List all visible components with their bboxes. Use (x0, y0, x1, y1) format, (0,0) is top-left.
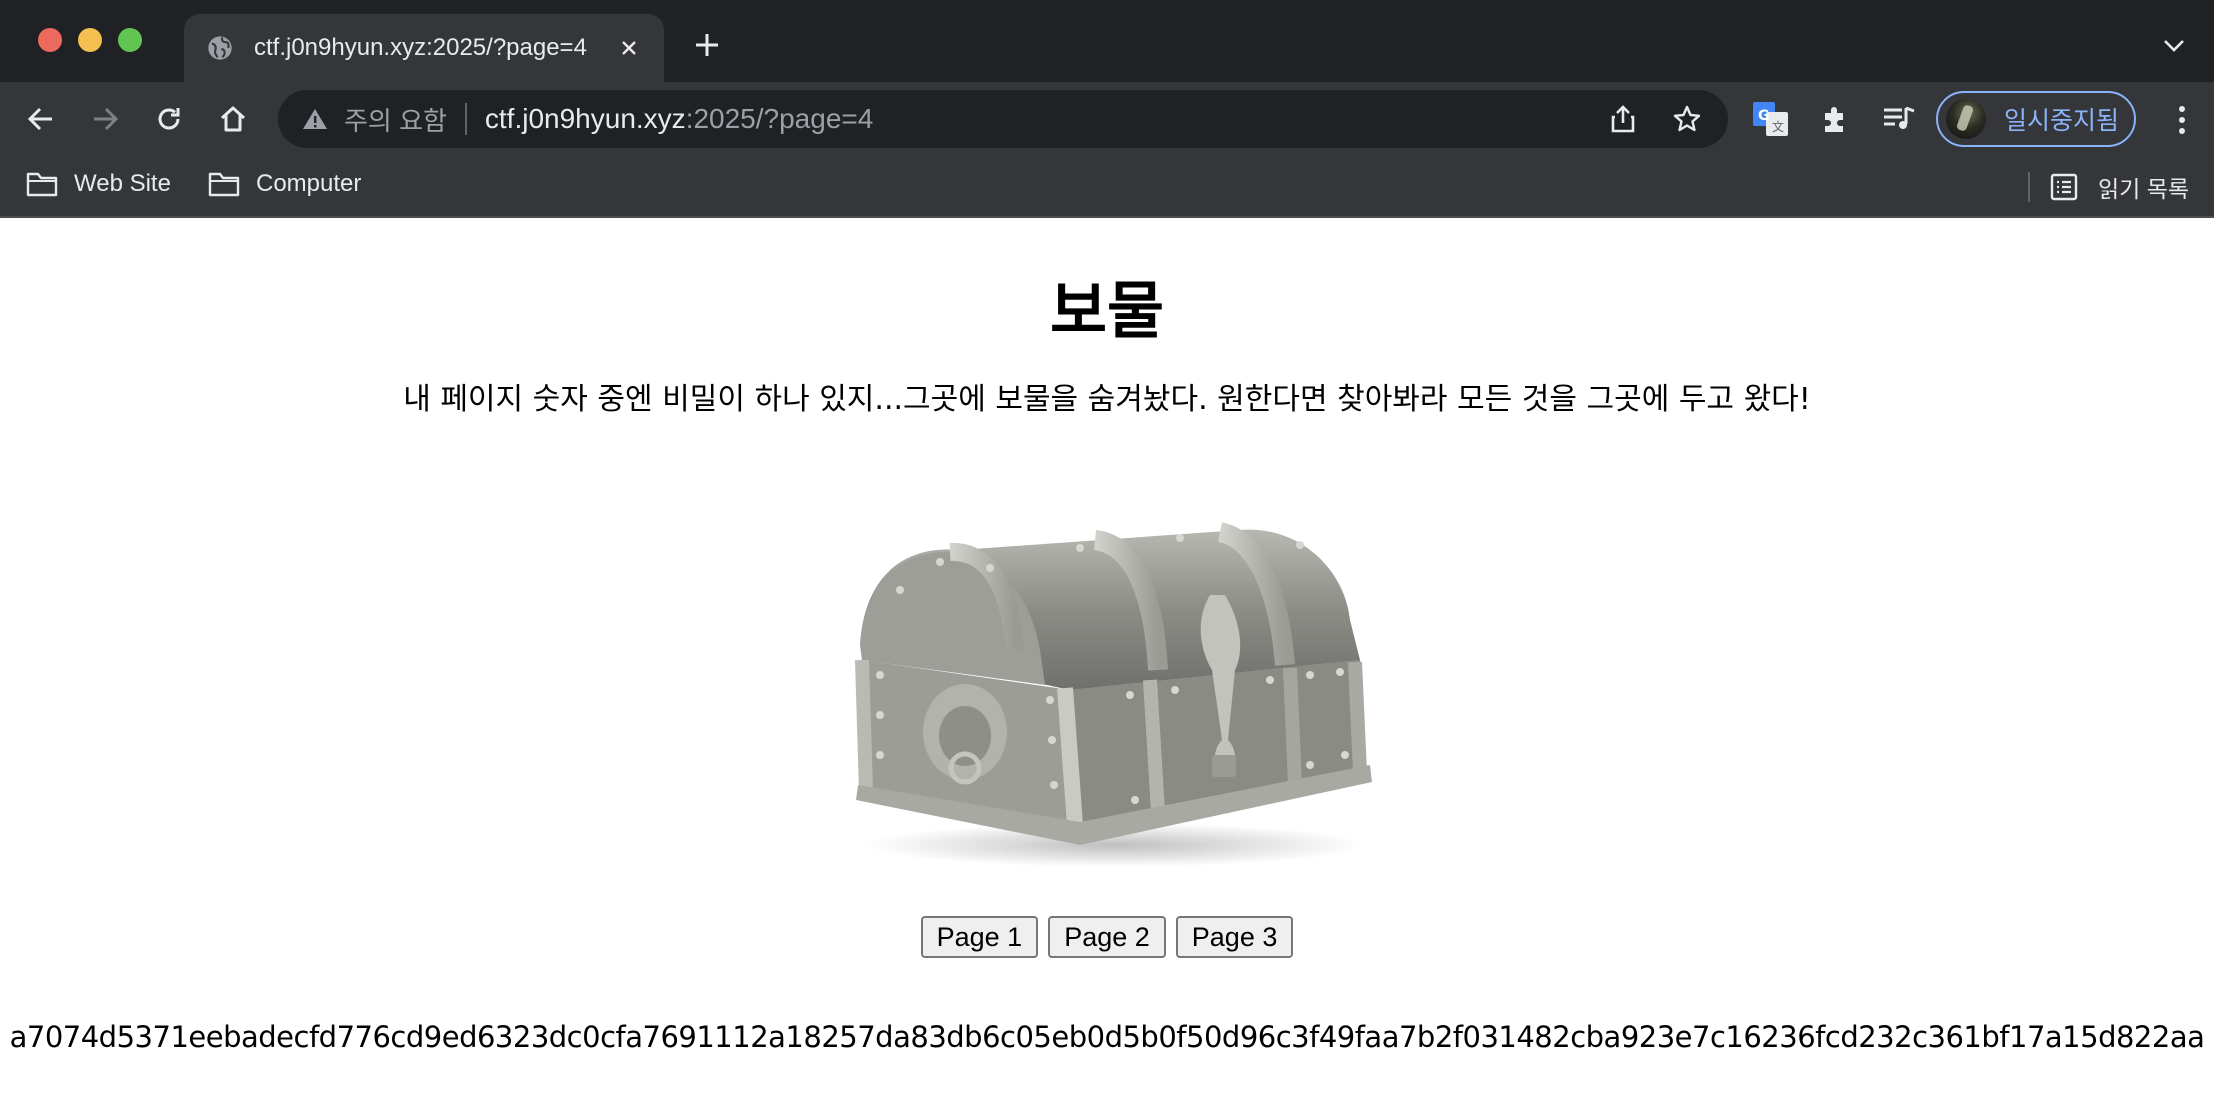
avatar (1946, 99, 1986, 139)
reading-list-button[interactable]: 읽기 목록 (2050, 170, 2189, 204)
svg-text:文: 文 (1772, 119, 1784, 134)
new-tab-plus-icon[interactable] (690, 28, 724, 62)
warning-triangle-icon[interactable] (300, 104, 330, 134)
bookmarks-divider (2028, 172, 2030, 202)
browser-tab-active[interactable]: ctf.j0n9hyun.xyz:2025/?page=4 (184, 14, 664, 82)
svg-text:G: G (1758, 108, 1770, 124)
page-description: 내 페이지 숫자 중엔 비밀이 하나 있지...그곳에 보물을 숨겨놨다. 원한… (403, 382, 1811, 417)
page-2-button[interactable]: Page 2 (1048, 916, 1166, 958)
page-3-button[interactable]: Page 3 (1175, 916, 1294, 958)
bookmark-label: Computer (256, 170, 362, 197)
bookmark-star-icon[interactable] (1670, 102, 1704, 136)
security-status-label[interactable]: 주의 요함 (344, 101, 447, 138)
page-title: 보물 (1049, 274, 1165, 347)
globe-icon (206, 34, 234, 62)
bookmark-folder-web-site[interactable]: Web Site (26, 170, 171, 198)
fullscreen-window-button[interactable] (118, 28, 142, 52)
browser-toolbar: 주의 요함 ctf.j0n9hyun.xyz :2025/?page=4 G文 (0, 82, 2214, 156)
browser-chrome: ctf.j0n9hyun.xyz:2025/?page=4 주의 요함 ctf.… (0, 0, 2214, 218)
share-icon[interactable] (1606, 102, 1640, 136)
tab-title: ctf.j0n9hyun.xyz:2025/?page=4 (254, 34, 587, 61)
google-translate-icon[interactable]: G文 (1752, 100, 1790, 138)
tab-search-chevron-down-icon[interactable] (2162, 34, 2186, 58)
media-controls-icon[interactable] (1880, 100, 1918, 138)
tab-strip: ctf.j0n9hyun.xyz:2025/?page=4 (0, 0, 2214, 82)
profile-status-label: 일시중지됨 (2004, 107, 2120, 135)
address-bar-actions (1606, 102, 1704, 136)
reading-list-label: 읽기 목록 (2098, 176, 2190, 202)
close-window-button[interactable] (38, 28, 62, 52)
url-path: :2025/?page=4 (685, 103, 874, 134)
bookmarks-bar: Web Site Computer 읽기 목록 (0, 156, 2214, 218)
hash-output: a7074d5371eebadecfd776cd9ed6323dc0cfa769… (9, 1020, 2205, 1054)
minimize-window-button[interactable] (78, 28, 102, 52)
bookmark-folder-computer[interactable]: Computer (208, 170, 361, 198)
reload-icon[interactable] (150, 100, 188, 138)
bookmark-label: Web Site (74, 170, 171, 197)
folder-icon (26, 171, 58, 197)
page-content: 보물 내 페이지 숫자 중엔 비밀이 하나 있지...그곳에 보물을 숨겨놨다.… (0, 218, 2214, 1102)
window-controls (38, 28, 142, 52)
back-arrow-icon[interactable] (22, 100, 60, 138)
home-icon[interactable] (214, 100, 252, 138)
forward-arrow-icon[interactable] (86, 100, 124, 138)
address-bar[interactable]: 주의 요함 ctf.j0n9hyun.xyz :2025/?page=4 (278, 90, 1728, 148)
tab-close-icon[interactable] (616, 35, 642, 61)
url-host: ctf.j0n9hyun.xyz (484, 103, 686, 134)
treasure-chest-image (855, 522, 1372, 867)
reading-list-icon (2050, 173, 2078, 201)
more-menu-icon[interactable] (2172, 102, 2192, 138)
page-1-button[interactable]: Page 1 (920, 916, 1039, 958)
page-buttons: Page 1 Page 2 Page 3 (0, 916, 2214, 958)
extensions-puzzle-icon[interactable] (1816, 100, 1854, 138)
profile-button[interactable]: 일시중지됨 (1936, 91, 2136, 147)
folder-icon (208, 171, 240, 197)
address-divider (464, 103, 467, 135)
